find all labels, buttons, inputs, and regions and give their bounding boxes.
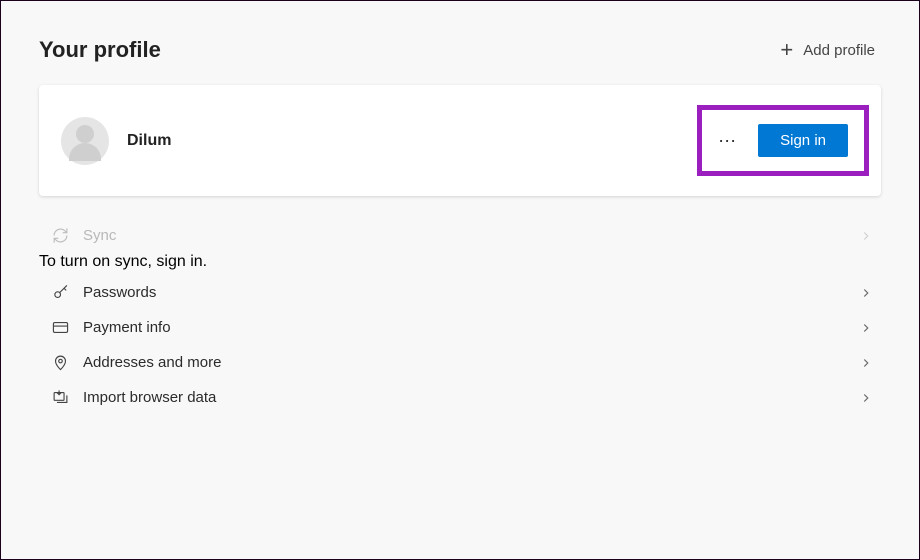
- settings-row-payment[interactable]: Payment info: [39, 310, 881, 345]
- chevron-right-icon: [859, 229, 873, 243]
- location-icon: [47, 354, 73, 371]
- plus-icon: +: [780, 39, 793, 61]
- profile-card: Dilum ⋯ Sign in: [39, 85, 881, 196]
- row-label: Passwords: [83, 284, 156, 301]
- more-options-button[interactable]: ⋯: [712, 132, 744, 150]
- chevron-right-icon: [859, 391, 873, 405]
- settings-row-passwords[interactable]: Passwords: [39, 275, 881, 310]
- profile-name: Dilum: [127, 132, 171, 150]
- settings-profile-panel: Your profile + Add profile Dilum ⋯ Sign …: [0, 0, 920, 560]
- page-title: Your profile: [39, 37, 161, 63]
- row-subtext: To turn on sync, sign in.: [39, 253, 881, 271]
- annotation-highlight: ⋯ Sign in: [697, 105, 869, 176]
- card-icon: [47, 319, 73, 336]
- key-icon: [47, 284, 73, 301]
- chevron-right-icon: [859, 356, 873, 370]
- sync-icon: [47, 227, 73, 244]
- row-label: Payment info: [83, 319, 171, 336]
- row-label: Sync: [83, 227, 116, 244]
- chevron-right-icon: [859, 321, 873, 335]
- avatar-icon: [61, 117, 109, 165]
- row-label: Addresses and more: [83, 354, 221, 371]
- settings-row-sync: Sync: [39, 218, 881, 253]
- settings-row-sync-wrap: Sync To turn on sync, sign in.: [39, 214, 881, 275]
- sign-in-button[interactable]: Sign in: [758, 124, 848, 157]
- add-profile-label: Add profile: [803, 42, 875, 59]
- header: Your profile + Add profile: [39, 1, 881, 85]
- settings-row-addresses[interactable]: Addresses and more: [39, 345, 881, 380]
- settings-row-import[interactable]: Import browser data: [39, 380, 881, 415]
- add-profile-button[interactable]: + Add profile: [774, 35, 881, 65]
- row-label: Import browser data: [83, 389, 216, 406]
- settings-list: Sync To turn on sync, sign in. Passwords…: [39, 214, 881, 415]
- chevron-right-icon: [859, 286, 873, 300]
- import-icon: [47, 389, 73, 406]
